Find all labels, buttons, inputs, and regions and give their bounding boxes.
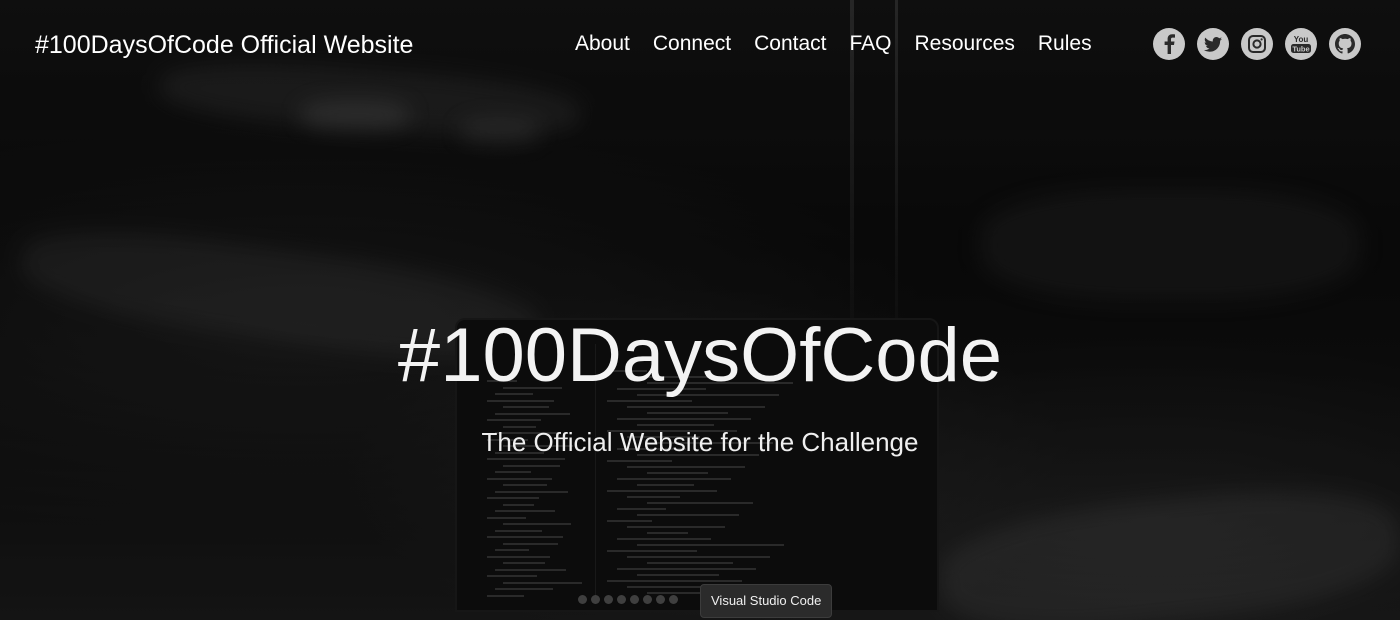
youtube-icon-text-top: You: [1294, 35, 1309, 44]
hero-background-image: [0, 0, 1400, 620]
top-navigation: #100DaysOfCode Official Website About Co…: [0, 0, 1400, 90]
nav-link-contact[interactable]: Contact: [754, 32, 826, 56]
instagram-icon[interactable]: [1241, 28, 1273, 60]
hero-title: #100DaysOfCode: [397, 313, 1003, 398]
nav-link-resources[interactable]: Resources: [915, 32, 1015, 56]
nav-link-faq[interactable]: FAQ: [849, 32, 891, 56]
nav-menu: About Connect Contact FAQ Resources Rule…: [575, 32, 1115, 56]
facebook-icon[interactable]: [1153, 28, 1185, 60]
nav-link-connect[interactable]: Connect: [653, 32, 731, 56]
background-overlay: [0, 0, 1400, 620]
nav-link-about[interactable]: About: [575, 32, 630, 56]
youtube-icon-text-bottom: Tube: [1292, 45, 1309, 54]
hero-subtitle: The Official Website for the Challenge: [481, 427, 919, 457]
github-icon[interactable]: [1329, 28, 1361, 60]
twitter-icon[interactable]: [1197, 28, 1229, 60]
tooltip: Visual Studio Code: [700, 584, 833, 618]
youtube-icon[interactable]: You Tube: [1285, 28, 1317, 60]
social-links: You Tube: [1153, 28, 1361, 60]
site-brand-link[interactable]: #100DaysOfCode Official Website: [35, 31, 413, 60]
nav-link-rules[interactable]: Rules: [1038, 32, 1092, 56]
